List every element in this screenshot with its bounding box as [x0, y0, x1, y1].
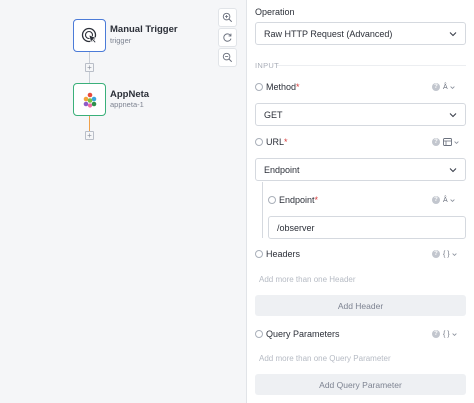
- zoom-in-button[interactable]: [218, 8, 237, 27]
- appneta-node[interactable]: [73, 83, 106, 116]
- plus-icon: +: [87, 62, 92, 72]
- query-parameters-label: Query Parameters: [266, 329, 340, 339]
- url-help-icon[interactable]: ?: [432, 138, 440, 146]
- section-divider: [277, 65, 466, 66]
- manual-trigger-node[interactable]: [73, 19, 106, 52]
- json-type-icon: { }: [443, 330, 450, 338]
- chevron-down-icon: [449, 31, 457, 36]
- query-parameters-toggle-radio[interactable]: [255, 330, 263, 338]
- pointer-click-icon: [81, 27, 97, 44]
- chevron-down-icon: [449, 167, 457, 172]
- chevron-down-icon: [451, 332, 457, 336]
- appneta-logo-icon: [83, 92, 96, 108]
- zoom-out-button[interactable]: [218, 48, 237, 67]
- chevron-down-icon: [451, 252, 457, 256]
- endpoint-input[interactable]: /observer: [268, 216, 466, 239]
- connector-line-active: [89, 116, 90, 132]
- url-label: URL*: [266, 137, 288, 147]
- url-select[interactable]: Endpoint: [255, 158, 466, 181]
- manual-trigger-title: Manual Trigger: [110, 24, 178, 35]
- headers-toggle-radio[interactable]: [255, 250, 263, 258]
- method-toggle-radio[interactable]: [255, 83, 263, 91]
- method-value: GET: [264, 109, 283, 120]
- text-type-icon: Â: [443, 83, 448, 91]
- chevron-down-icon: [450, 85, 455, 89]
- method-label: Method*: [266, 82, 300, 92]
- method-help-icon[interactable]: ?: [432, 83, 440, 91]
- headers-placeholder: Add more than one Header: [259, 275, 356, 284]
- url-value: Endpoint: [264, 164, 300, 175]
- config-panel: Operation Raw HTTP Request (Advanced) IN…: [247, 0, 474, 403]
- url-toggle-radio[interactable]: [255, 138, 263, 146]
- endpoint-help-icon[interactable]: ?: [432, 196, 440, 204]
- refresh-icon: [223, 33, 232, 42]
- query-parameters-help-icon[interactable]: ?: [432, 330, 440, 338]
- zoom-in-icon: [222, 12, 233, 23]
- headers-label: Headers: [266, 249, 301, 259]
- chevron-down-icon: [449, 112, 457, 117]
- method-select[interactable]: GET: [255, 103, 466, 126]
- nested-guide-line: [262, 182, 263, 238]
- zoom-out-icon: [222, 52, 233, 63]
- operation-select[interactable]: Raw HTTP Request (Advanced): [255, 22, 466, 45]
- plus-icon: +: [87, 130, 92, 140]
- endpoint-toggle-radio[interactable]: [268, 196, 276, 204]
- object-type-icon: [443, 138, 452, 146]
- endpoint-value: /observer: [277, 222, 315, 233]
- workflow-canvas[interactable]: Manual Trigger trigger + AppNeta appneta…: [0, 0, 247, 403]
- input-section-label: INPUT: [255, 61, 279, 70]
- operation-value: Raw HTTP Request (Advanced): [264, 28, 393, 39]
- text-type-icon: Â: [443, 196, 448, 204]
- add-query-parameter-button[interactable]: Add Query Parameter: [255, 374, 466, 395]
- headers-help-icon[interactable]: ?: [432, 250, 440, 258]
- add-step-button-2[interactable]: +: [85, 131, 94, 140]
- query-parameters-placeholder: Add more than one Query Parameter: [259, 354, 391, 363]
- headers-type-selector[interactable]: { }: [443, 249, 457, 259]
- chevron-down-icon: [450, 198, 455, 202]
- url-type-selector[interactable]: [443, 137, 459, 147]
- json-type-icon: { }: [443, 250, 450, 258]
- appneta-title: AppNeta: [110, 89, 150, 100]
- endpoint-label: Endpoint*: [279, 195, 319, 205]
- query-parameters-type-selector[interactable]: { }: [443, 329, 457, 339]
- endpoint-type-selector[interactable]: Â: [443, 195, 455, 205]
- manual-trigger-subtitle: trigger: [110, 36, 132, 45]
- method-type-selector[interactable]: Â: [443, 82, 455, 92]
- operation-label: Operation: [255, 7, 295, 17]
- appneta-subtitle: appneta-1: [110, 100, 144, 109]
- chevron-down-icon: [454, 140, 459, 144]
- add-step-button[interactable]: +: [85, 63, 94, 72]
- add-header-button[interactable]: Add Header: [255, 295, 466, 316]
- refresh-button[interactable]: [218, 28, 237, 47]
